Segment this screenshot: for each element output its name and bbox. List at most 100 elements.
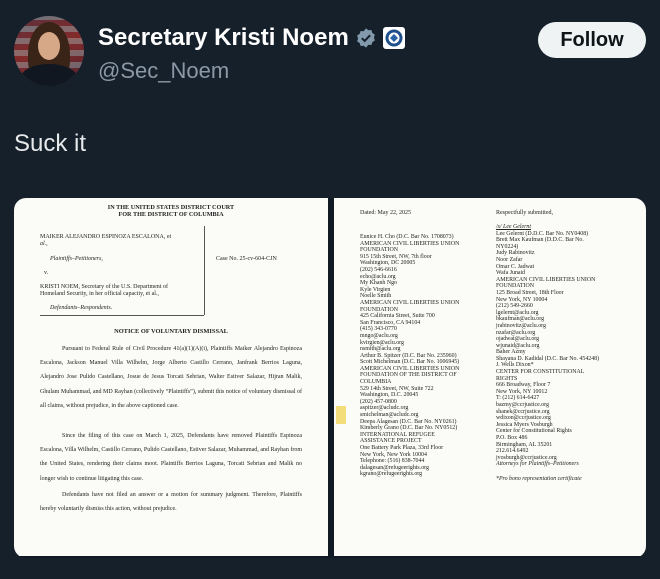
counsel-line: 915 15th Street, NW, 7th floor [360, 253, 432, 260]
counsel-line: Eunice H. Cho (D.C. Bar No. 1708073) [360, 234, 454, 240]
sticky-note-tab [336, 406, 346, 424]
counsel-line: Kimberly Grano (D.C. Bar No. NY0512) [360, 425, 458, 432]
counsel-block-aclu-ny: Lee Gelernt (D.D.C. Bar No. NY0408) Bret… [496, 231, 640, 350]
notice-paragraph-2: Since the filing of this case on March 1… [40, 429, 302, 486]
counsel-line: shanek@ccrjustice.org [496, 408, 550, 415]
counsel-block-aclu-dc: Eunice H. Cho (D.C. Bar No. 1708073) AME… [360, 234, 496, 280]
counsel-line: (202) 546-6616 [360, 266, 397, 273]
counsel-line: Noelle Smith [360, 293, 392, 300]
avatar-shoulders [20, 64, 78, 86]
attorneys-for-line: Attorneys for Plaintiffs–Petitioners [496, 461, 579, 468]
notice-paragraph-1-text: Pursuant to Federal Rule of Civil Proced… [40, 346, 302, 409]
counsel-line: (202) 457-0800 [360, 398, 397, 405]
signature-line: /s/ Lee Gelernt [496, 224, 532, 230]
counsel-block-irap: Deepa Alagesan (D.C. Bar No. NY0261) Kim… [360, 419, 496, 478]
counsel-line: T: (212) 614-6427 [496, 395, 540, 402]
follow-button[interactable]: Follow [538, 22, 646, 58]
counsel-line: 212.614.6492 [496, 448, 529, 455]
pro-bono-note: *Pro bono representation certificate [496, 475, 582, 482]
counsel-line: (212) 549-2660 [496, 303, 533, 310]
counsel-line: Washington, DC 20005 [360, 260, 416, 267]
avatar[interactable] [14, 16, 84, 86]
counsel-line: ASSISTANCE PROJECT [360, 438, 422, 445]
counsel-line: wdixon@ccrjustice.org [496, 415, 551, 422]
counsel-line: FOUNDATION [360, 247, 398, 254]
counsel-line: smichelman@acludc.org [360, 412, 419, 419]
counsel-line: wjunaid@aclu.org [496, 342, 540, 349]
defendant-role: Defendants–Respondents. [50, 305, 113, 311]
counsel-block-aclu-dc-foundation: Arthur B. Spitzer (D.C. Bar No. 235960) … [360, 353, 496, 419]
counsel-line: nzafar@aclu.org [496, 329, 536, 336]
counsel-line: COLUMBIA [360, 379, 392, 386]
counsel-line: RIGHTS [496, 375, 518, 382]
counsel-line: My Khanh Ngo [360, 280, 397, 287]
counsel-line: CENTER FOR CONSTITUTIONAL [496, 369, 585, 376]
court-heading-line-1: IN THE UNITED STATES DISTRICT COURT [107, 204, 235, 211]
counsel-line: aspitzer@acludc.org [360, 405, 409, 412]
counsel-line: echo@aclu.org [360, 273, 396, 280]
counsel-line: Noor Zafar [496, 256, 523, 263]
counsel-line: Judy Rabinovitz [496, 250, 535, 257]
dhs-seal-icon [382, 27, 405, 49]
counsel-line: 425 California Street, Suite 700 [360, 313, 435, 320]
counsel-line: Scott Michelman (D.C. Bar No. 1006945) [360, 359, 460, 366]
counsel-line: nsmith@aclu.org [360, 346, 401, 353]
counsel-line: AMERICAN CIVIL LIBERTIES UNION [360, 365, 460, 372]
caption-divider [204, 226, 205, 315]
counsel-line: P.O. Box 486 [496, 435, 528, 441]
display-name[interactable]: Secretary Kristi Noem [98, 24, 349, 52]
document-page-2: Dated: May 22, 2025 Respectfully submitt… [334, 198, 646, 556]
account-handle[interactable]: @Sec_Noem [98, 58, 229, 84]
counsel-line: ojadwat@aclu.org [496, 336, 540, 343]
counsel-line: 125 Broad Street, 18th Floor [496, 289, 564, 296]
counsel-line: FOUNDATION [496, 283, 534, 290]
counsel-line: bkaufman@aclu.org [496, 316, 545, 323]
counsel-line: Center for Constitutional Rights [496, 428, 572, 435]
avatar-face [38, 32, 60, 60]
counsel-line: mngo@aclu.org [360, 332, 398, 339]
counsel-line: AMERICAN CIVIL LIBERTIES UNION [360, 240, 460, 247]
case-number: Case No. 25-cv-604-CJN [216, 256, 277, 262]
counsel-line: Wafa Junaid [496, 270, 526, 277]
counsel-line: AMERICAN CIVIL LIBERTIES UNION [360, 299, 460, 306]
defendant-line-2: Homeland Security, in her official capac… [40, 291, 159, 297]
counsel-line: Brett Max Kaufman (D.D.C. Bar No. [496, 237, 584, 244]
plaintiff-role: Plaintiffs–Petitioners, [50, 256, 103, 262]
counsel-line: (415) 343-0770 [360, 326, 397, 333]
notice-paragraph-3-text: Defendants have not filed an answer or a… [40, 492, 302, 513]
plaintiff-name-line-2: al., [40, 241, 48, 247]
counsel-line: AMERICAN CIVIL LIBERTIES UNION [496, 276, 596, 283]
counsel-line: kgrano@refugeerights.org [360, 471, 423, 478]
counsel-line: Kyle Virgien [360, 286, 391, 293]
counsel-left-column: Eunice H. Cho (D.C. Bar No. 1708073) AME… [360, 234, 496, 478]
plaintiff-name-line-1: MAIKER ALEJANDRO ESPINOZA ESCALONA, et [40, 234, 172, 240]
counsel-block-aclu-sf: My Khanh Ngo Kyle Virgien Noelle Smith A… [360, 280, 496, 353]
counsel-right-column: /s/ Lee Gelernt Lee Gelernt (D.D.C. Bar … [496, 224, 640, 483]
counsel-line: Baher Azmy [496, 349, 526, 356]
tweet-text: Suck it [14, 130, 87, 157]
counsel-line: Washington, D.C. 20045 [360, 392, 419, 399]
counsel-line: jrabinovitz@aclu.org [496, 322, 546, 329]
tweet-media-image[interactable]: IN THE UNITED STATES DISTRICT COURT FOR … [14, 198, 646, 558]
verified-badge-icon [356, 28, 375, 48]
notice-paragraph-2-text: Since the filing of this case on March 1… [40, 433, 302, 482]
notice-title: NOTICE OF VOLUNTARY DISMISSAL [114, 328, 228, 335]
counsel-line: One Battery Park Plaza, 33rd Floor [360, 445, 444, 451]
respectfully-submitted: Respectfully submitted, [496, 210, 553, 216]
counsel-line: NY0224) [496, 243, 519, 250]
counsel-block-ccr-al: Jessica Myers Vosburgh Center for Consti… [496, 422, 640, 462]
counsel-line: Birmingham, AL 35201 [496, 441, 553, 448]
document-page-1: IN THE UNITED STATES DISTRICT COURT FOR … [14, 198, 328, 556]
counsel-line: kvirgien@aclu.org [360, 339, 404, 346]
versus: v. [44, 270, 49, 276]
court-heading-line-2: FOR THE DISTRICT OF COLUMBIA [118, 211, 224, 218]
notice-paragraph-3: Defendants have not filed an answer or a… [40, 488, 302, 516]
counsel-line: Telephone: (516) 838-7044 [360, 458, 425, 465]
counsel-line: bazmy@ccrjustice.org [496, 402, 549, 409]
dated-line: Dated: May 22, 2025 [360, 210, 411, 216]
caption-rule [40, 315, 204, 316]
tweet-header: Secretary Kristi Noem @Sec_Noem Follow [14, 16, 646, 88]
counsel-line: 529 14th Street, NW, Suite 722 [360, 385, 434, 392]
counsel-line: FOUNDATION OF THE DISTRICT OF [360, 372, 457, 379]
counsel-line: Shayana D. Kadidal (D.C. Bar No. 454248) [496, 355, 600, 362]
